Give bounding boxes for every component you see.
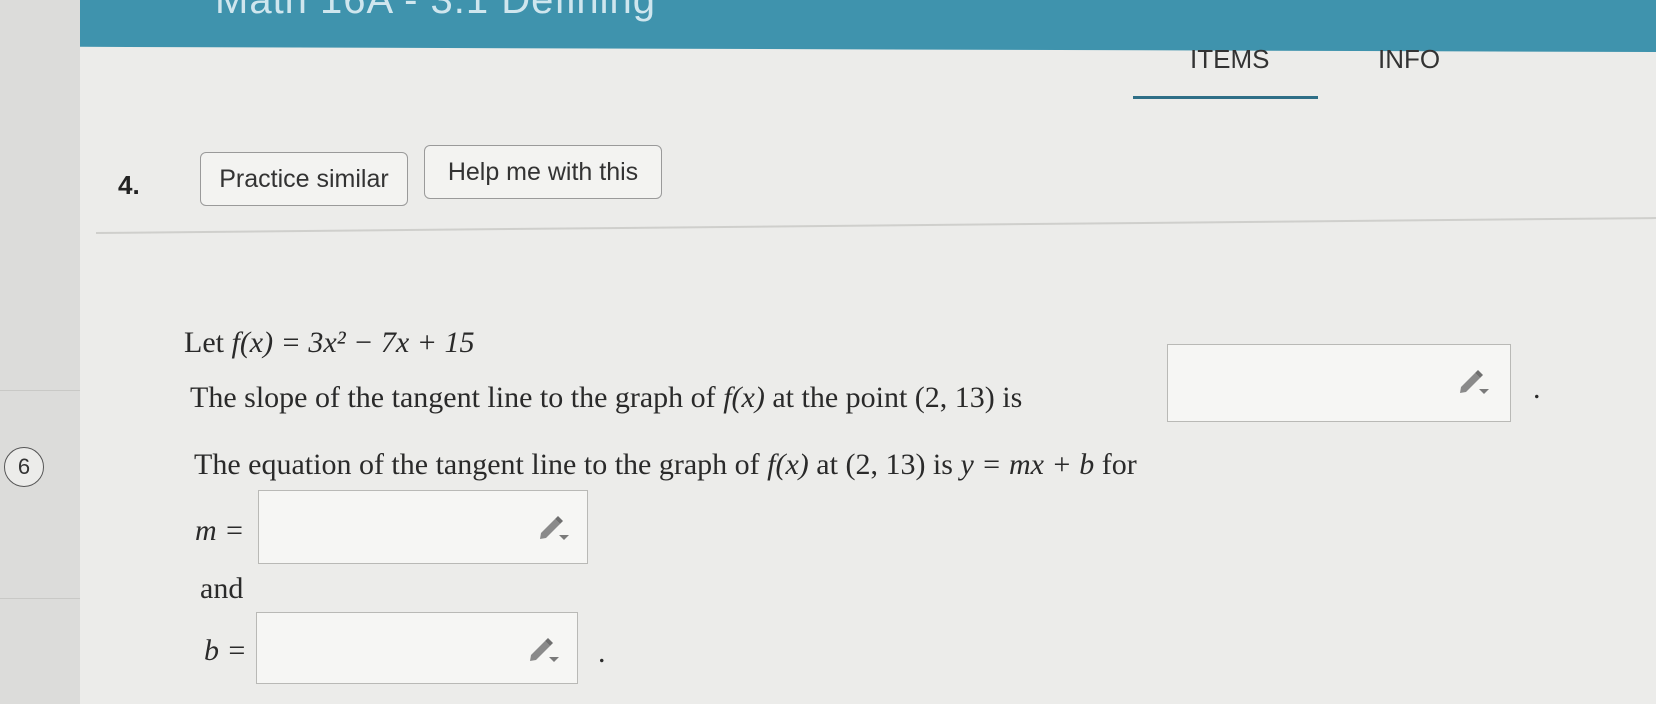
and-text: and (200, 572, 244, 605)
equation-text-b: at (2, 13) is (816, 448, 953, 481)
active-tab-indicator (1133, 96, 1318, 99)
b-label: b = (204, 634, 247, 667)
help-me-button[interactable]: Help me with this (424, 145, 662, 199)
equation-fx: f(x) (767, 448, 809, 481)
practice-similar-button[interactable]: Practice similar (200, 152, 408, 206)
pencil-icon[interactable] (525, 633, 561, 663)
period: . (1533, 372, 1541, 405)
equation-text-a: The equation of the tangent line to the … (194, 448, 760, 481)
pencil-icon[interactable] (1455, 365, 1491, 395)
let-text: Let (184, 326, 224, 359)
question-count-badge[interactable]: 6 (4, 447, 44, 487)
slope-prompt: The slope of the tangent line to the gra… (190, 381, 1022, 415)
slope-text-a: The slope of the tangent line to the gra… (190, 381, 716, 414)
tab-info[interactable]: INFO (1378, 44, 1440, 75)
pencil-icon[interactable] (535, 511, 571, 541)
left-rail (0, 0, 130, 704)
equation-text-c: for (1101, 448, 1137, 481)
tab-items[interactable]: ITEMS (1190, 44, 1269, 75)
assignment-title: Math 16A - 3.1 Defining (215, 0, 657, 22)
m-label: m = (195, 514, 245, 547)
function-expression: f(x) = 3x² − 7x + 15 (231, 326, 475, 359)
equation-prompt: The equation of the tangent line to the … (194, 448, 1137, 482)
line-equation: y = mx + b (960, 448, 1095, 481)
slope-fx: f(x) (723, 381, 765, 414)
question-number: 4. (118, 170, 140, 200)
period: . (598, 636, 606, 669)
function-definition: Let f(x) = 3x² − 7x + 15 (184, 326, 474, 360)
slope-text-b: at the point (2, 13) is (772, 381, 1023, 414)
